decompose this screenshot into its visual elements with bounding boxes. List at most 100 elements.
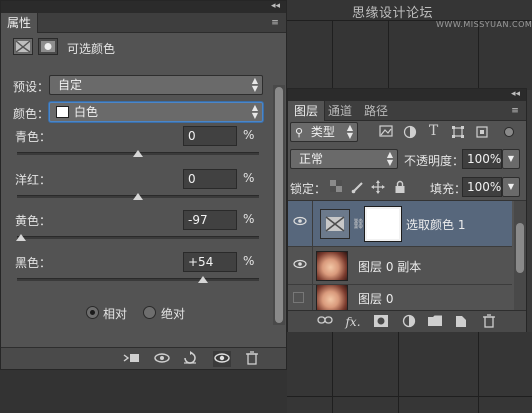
opacity-stepper[interactable]: ▼ (502, 149, 520, 169)
slider-track[interactable] (17, 236, 259, 239)
layer-name[interactable]: 选取颜色 1 (406, 216, 465, 233)
tab-channels[interactable]: 通道 (322, 101, 358, 121)
collapse-icon[interactable]: ◂◂ (511, 89, 520, 101)
colors-dropdown[interactable]: 白色 ▲ ▼ (49, 102, 263, 122)
watermark: 思缘设计论坛 (352, 2, 433, 21)
scrollbar-thumb[interactable] (275, 87, 283, 323)
reset-icon[interactable] (181, 351, 199, 367)
visibility-off-box[interactable] (293, 292, 304, 303)
panel-menu-icon[interactable]: ≡ (268, 17, 282, 29)
slider-track[interactable] (17, 278, 259, 281)
layers-scrollbar[interactable] (514, 201, 526, 311)
layer-row[interactable]: 图层 0 (288, 285, 512, 311)
tab-layers[interactable]: 图层 (288, 101, 326, 121)
watermark-site-text: WWW.MISSYUAN.COM (436, 20, 532, 29)
panel-grip-bar[interactable]: ◂◂ (1, 1, 286, 13)
panel-menu-icon[interactable]: ≡ (508, 105, 522, 117)
layer-row[interactable]: ⛓ 选取颜色 1 (288, 201, 512, 247)
slider-thumb[interactable] (198, 276, 209, 283)
layer-filter-dropdown[interactable]: ⚲ 类型 ▲ ▼ (290, 122, 358, 142)
adjustment-layer-icon[interactable] (400, 314, 418, 330)
method-relative-label[interactable]: 相对 (103, 305, 127, 322)
properties-scrollbar[interactable] (273, 85, 285, 325)
adjustment-title: 可选颜色 (67, 42, 116, 56)
slider-thumb[interactable] (15, 234, 26, 241)
lock-label: 锁定： (290, 182, 327, 196)
folder-icon[interactable] (426, 314, 444, 330)
image-filter-icon[interactable] (378, 125, 393, 140)
method-absolute-radio[interactable] (143, 306, 156, 319)
tab-label: 属性 (7, 16, 32, 30)
search-icon: ⚲ (295, 126, 304, 139)
method-absolute-label[interactable]: 绝对 (161, 305, 185, 322)
view-previous-icon[interactable] (153, 351, 171, 367)
slider-value-field[interactable]: +54 (183, 252, 237, 272)
fill-stepper[interactable]: ▼ (502, 177, 520, 197)
preset-dropdown[interactable]: 自定 ▲ ▼ (49, 75, 263, 95)
tab-properties[interactable]: 属性 (1, 13, 39, 33)
visibility-eye-icon[interactable] (292, 258, 308, 274)
slider-thumb[interactable] (133, 150, 143, 157)
fill-field[interactable]: 100% (462, 177, 502, 197)
panel-grip-bar[interactable]: ◂◂ (288, 89, 526, 101)
percent-unit: % (243, 171, 255, 185)
fx-icon[interactable]: fx. (344, 314, 362, 330)
updown-arrow-icon: ▲ ▼ (251, 103, 258, 120)
slider-label: 黄色： (15, 214, 52, 228)
slider-value-field[interactable]: 0 (183, 169, 237, 189)
text-filter-icon[interactable]: T (426, 124, 441, 139)
layer-row[interactable]: 图层 0 副本 (288, 247, 512, 285)
updown-arrow-icon: ▲ ▼ (251, 76, 258, 93)
new-layer-icon[interactable] (452, 314, 470, 330)
colors-value: 白色 (74, 105, 99, 119)
properties-toolbar (1, 347, 286, 369)
slider-value-field[interactable]: -97 (183, 210, 237, 230)
lock-all-icon[interactable] (392, 180, 407, 195)
visibility-icon[interactable] (213, 351, 231, 367)
layer-mask-thumbnail[interactable] (364, 206, 402, 242)
layer-name[interactable]: 图层 0 副本 (358, 258, 421, 275)
trash-icon[interactable] (480, 314, 498, 330)
layer-name[interactable]: 图层 0 (358, 290, 393, 307)
tab-paths[interactable]: 路径 (358, 101, 394, 121)
preset-value: 自定 (58, 78, 83, 92)
fill-value: 100% (467, 180, 502, 194)
tab-label: 路径 (364, 104, 389, 118)
filter-toggle[interactable] (504, 127, 514, 137)
smart-object-filter-icon[interactable] (474, 125, 489, 140)
scrollbar-thumb[interactable] (516, 223, 524, 273)
lock-position-icon[interactable] (370, 180, 385, 195)
lock-image-icon[interactable] (350, 180, 365, 195)
percent-unit: % (243, 128, 255, 142)
trash-icon[interactable] (243, 351, 261, 367)
mask-toggle-icon[interactable] (38, 38, 58, 55)
layers-tab-row: 图层 通道 路径 ≡ (288, 101, 526, 121)
guide-line (332, 20, 333, 90)
layers-toolbar: fx. (288, 310, 526, 332)
adjustment-filter-icon[interactable] (402, 125, 417, 140)
clip-to-layer-icon[interactable] (123, 351, 141, 367)
opacity-field[interactable]: 100% (462, 149, 502, 169)
lock-transparent-icon[interactable] (328, 180, 343, 195)
tab-label: 通道 (328, 104, 353, 118)
blend-mode-dropdown[interactable]: 正常 ▲ ▼ (290, 149, 398, 169)
collapse-icon[interactable]: ◂◂ (271, 1, 280, 13)
link-icon[interactable] (316, 314, 334, 330)
slider-value-field[interactable]: 0 (183, 126, 237, 146)
mask-icon[interactable] (372, 314, 390, 330)
divider (312, 247, 313, 285)
filter-value: 类型 (310, 125, 335, 139)
opacity-label: 不透明度： (404, 154, 465, 168)
shape-filter-icon[interactable] (450, 125, 465, 140)
properties-tab-row: 属性 ≡ (1, 13, 286, 33)
visibility-eye-icon[interactable] (292, 215, 308, 231)
divider (312, 201, 313, 247)
properties-panel: ◂◂ 属性 ≡ 可选颜色 预设： 自定 ▲ ▼ 颜色： 白色 ▲ ▼ 相对 绝对… (0, 0, 287, 370)
method-relative-radio[interactable] (86, 306, 99, 319)
updown-arrow-icon: ▲ ▼ (386, 150, 393, 167)
adjustment-icon[interactable] (13, 38, 33, 55)
mask-link-icon[interactable]: ⛓ (351, 217, 366, 232)
slider-value: -97 (188, 213, 208, 227)
slider-thumb[interactable] (133, 193, 143, 200)
divider (312, 285, 313, 310)
